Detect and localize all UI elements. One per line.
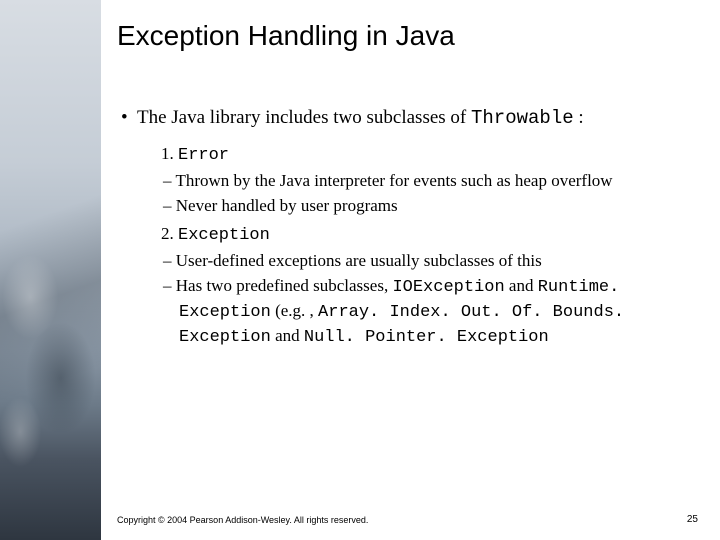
dash-2-2-text-d: and	[271, 326, 304, 345]
num-1-label: 1.	[161, 144, 178, 163]
dash-1-2-text: Never handled by user programs	[176, 196, 398, 215]
dash-item-1-2: Never handled by user programs	[117, 195, 692, 218]
dash-item-2-2: Has two predefined subclasses, IOExcepti…	[117, 275, 692, 350]
num-2-code: Exception	[178, 226, 270, 245]
main-bullet: The Java library includes two subclasses…	[117, 106, 692, 130]
dash-2-2-text-b: and	[505, 276, 538, 295]
dash-1-1-text: Thrown by the Java interpreter for event…	[175, 171, 612, 190]
numbered-item-2: 2. Exception	[117, 222, 692, 248]
slide-content: Exception Handling in Java The Java libr…	[101, 0, 720, 540]
main-bullet-code: Throwable	[471, 107, 574, 129]
num-1-code: Error	[178, 146, 229, 165]
dash-2-2-code1: IOException	[392, 278, 504, 297]
copyright-text: Copyright © 2004 Pearson Addison-Wesley.…	[117, 515, 368, 525]
num-2-label: 2.	[161, 224, 178, 243]
main-bullet-text-prefix: The Java library includes two subclasses…	[137, 107, 471, 128]
dash-2-1-text: User-defined exceptions are usually subc…	[176, 251, 542, 270]
main-bullet-text-suffix: :	[574, 107, 584, 128]
background-mountain-image	[0, 0, 101, 540]
dash-item-1-1: Thrown by the Java interpreter for event…	[117, 170, 692, 193]
dash-2-2-text-a: Has two predefined subclasses,	[176, 276, 393, 295]
dash-item-2-1: User-defined exceptions are usually subc…	[117, 250, 692, 273]
page-number: 25	[687, 514, 698, 525]
dash-2-2-text-c: (e.g. ,	[271, 301, 318, 320]
numbered-item-1: 1. Error	[117, 142, 692, 168]
dash-2-2-code4: Null. Pointer. Exception	[304, 328, 549, 347]
slide-title: Exception Handling in Java	[117, 20, 692, 52]
